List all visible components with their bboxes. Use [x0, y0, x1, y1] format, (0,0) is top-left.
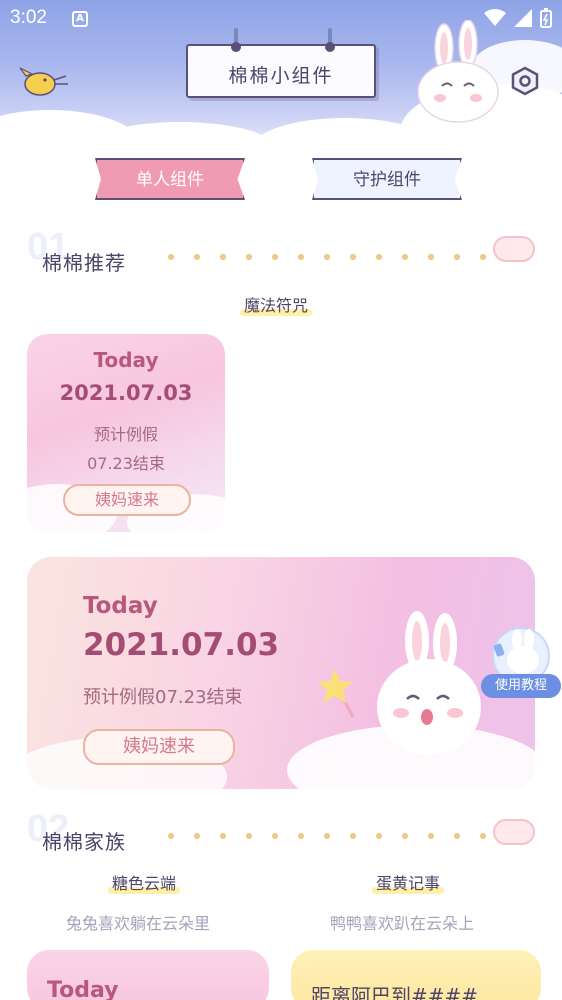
card-today-label: Today — [83, 593, 158, 619]
widget-name-magic-charm: 魔法符咒 — [240, 292, 313, 316]
card-ribbon: 姨妈速来 — [83, 729, 235, 765]
bird-icon — [19, 67, 68, 96]
tab-guard-widgets[interactable]: 守护组件 — [312, 158, 462, 200]
dotted-divider — [158, 254, 488, 260]
family-name-sugar-cloud: 糖色云端 — [108, 870, 181, 894]
section-title-recommend: 棉棉推荐 — [42, 251, 126, 275]
tab-single-widgets[interactable]: 单人组件 — [95, 158, 245, 200]
widget-card-small[interactable]: Today 2021.07.03 预计例假 07.23结束 姨妈速来 — [27, 334, 225, 532]
widget-name-label: 魔法符咒 — [244, 296, 309, 315]
settings-hex-icon[interactable] — [510, 66, 540, 96]
help-tutorial-button[interactable]: 使用教程 — [481, 674, 561, 698]
cloud-face-icon — [493, 819, 535, 845]
family-card-sugar-cloud[interactable]: Today — [27, 950, 269, 1000]
status-time: 3:02 — [10, 7, 47, 28]
section-title-family: 棉棉家族 — [42, 830, 126, 854]
app-title: 棉棉小组件 — [228, 65, 334, 87]
card-end-date-line: 07.23结束 — [87, 454, 165, 473]
family-card-egg-notes[interactable]: 距离阿巴到#### — [291, 950, 541, 1000]
battery-icon — [540, 8, 552, 28]
card-date: 2021.07.03 — [59, 381, 193, 405]
widget-card-large[interactable]: Today 2021.07.03 预计例假07.23结束 姨妈速来 — [27, 557, 535, 789]
card-period-line: 预计例假07.23结束 — [83, 687, 243, 708]
family-name-label: 糖色云端 — [112, 874, 177, 893]
card-today-label: Today — [93, 348, 159, 372]
family-name-label: 蛋黄记事 — [376, 874, 441, 893]
card-date: 2021.07.03 — [83, 627, 280, 663]
card-ribbon: 姨妈速来 — [63, 484, 191, 516]
sign-pin — [325, 28, 335, 52]
card-countdown-label: 距离阿巴到#### — [311, 984, 479, 1000]
dotted-divider — [158, 833, 488, 839]
bunny-mascot-icon — [417, 20, 499, 123]
sign-pin — [231, 28, 241, 52]
cloud-face-icon — [493, 236, 535, 262]
app-title-sign: 棉棉小组件 — [186, 28, 376, 98]
keyboard-icon: A — [72, 11, 88, 27]
card-period-line: 预计例假 — [93, 425, 158, 444]
family-desc-egg-notes: 鸭鸭喜欢趴在云朵上 — [330, 914, 475, 933]
family-desc-sugar-cloud: 兔兔喜欢躺在云朵里 — [66, 914, 211, 933]
family-name-egg-notes: 蛋黄记事 — [372, 870, 445, 894]
card-today-label: Today — [47, 978, 119, 1000]
bunny-with-wand-icon — [317, 611, 481, 755]
